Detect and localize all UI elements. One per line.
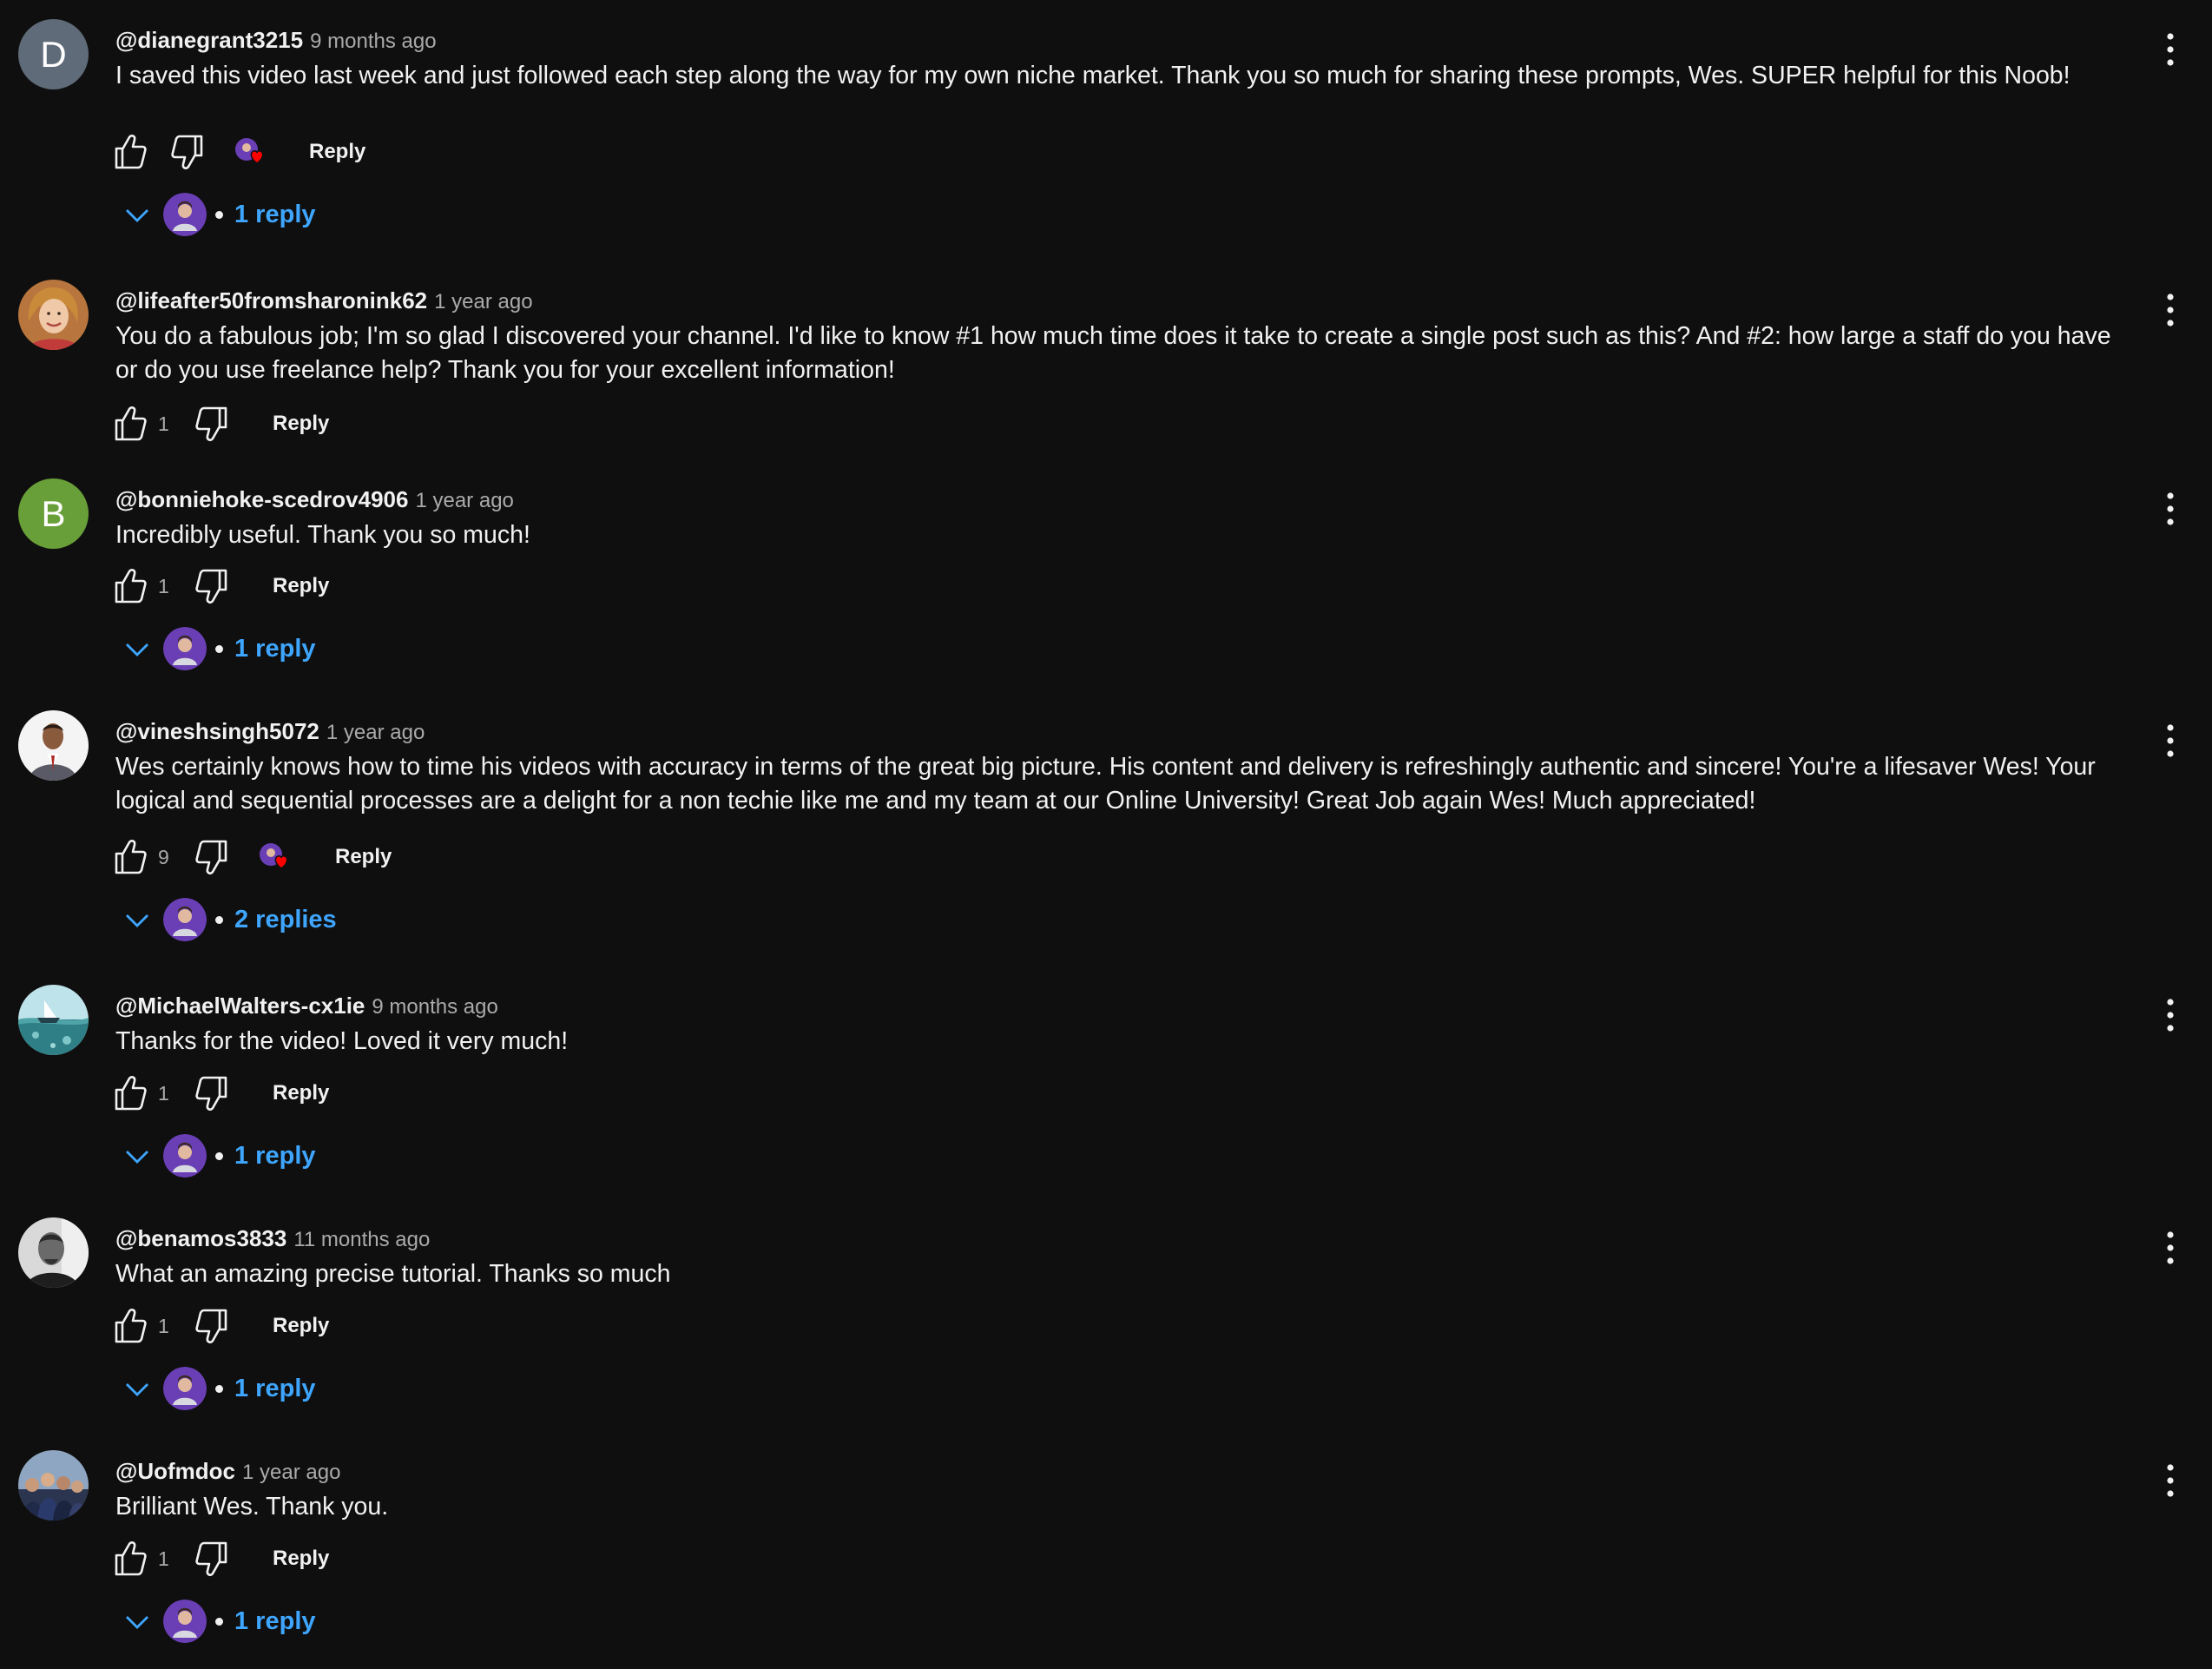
- comment-author[interactable]: @lifeafter50fromsharonink62: [115, 287, 427, 313]
- more-actions-icon[interactable]: [2155, 285, 2186, 337]
- more-actions-icon[interactable]: [2155, 24, 2186, 76]
- group-photo-avatar[interactable]: [18, 1450, 89, 1521]
- replies-count[interactable]: 1 reply: [234, 625, 316, 672]
- separator-dot: [215, 1618, 223, 1626]
- reply-button[interactable]: Reply: [273, 402, 329, 445]
- comment-author[interactable]: @bonniehoke-scedrov4906: [115, 486, 408, 512]
- chevron-down-icon: [122, 1371, 153, 1406]
- comment-time[interactable]: 1 year ago: [415, 489, 513, 512]
- creator-heart-icon: [252, 835, 299, 879]
- comment-time[interactable]: 1 year ago: [434, 290, 532, 313]
- comment-header: @vineshsingh5072 1 year ago: [115, 714, 425, 753]
- comment-time[interactable]: 1 year ago: [326, 721, 425, 744]
- reply-button[interactable]: Reply: [273, 1072, 329, 1115]
- comment-header: @Uofmdoc 1 year ago: [115, 1454, 340, 1493]
- avatar-letter: B: [41, 492, 66, 534]
- reply-button[interactable]: Reply: [273, 1304, 329, 1348]
- separator-dot: [215, 1385, 223, 1393]
- like-count: 1: [158, 1315, 169, 1337]
- reply-button[interactable]: Reply: [273, 564, 329, 608]
- comment-text: Wes certainly knows how to time his vide…: [115, 753, 2096, 815]
- reply-button[interactable]: Reply: [273, 1537, 329, 1580]
- comment-time[interactable]: 9 months ago: [310, 30, 436, 53]
- creator-avatar: [163, 193, 207, 236]
- comment-time[interactable]: 11 months ago: [293, 1228, 430, 1251]
- dislike-icon[interactable]: [168, 130, 207, 174]
- replies-count[interactable]: 1 reply: [234, 191, 316, 238]
- like-icon[interactable]: [111, 835, 149, 879]
- dislike-icon[interactable]: [193, 835, 231, 879]
- like-icon[interactable]: [111, 1537, 149, 1580]
- like-count: 1: [158, 1082, 169, 1105]
- more-actions-icon[interactable]: [2155, 1455, 2186, 1507]
- separator-dot: [215, 211, 223, 219]
- woman-portrait-avatar[interactable]: [18, 280, 89, 350]
- creator-avatar: [163, 627, 207, 670]
- comment-time[interactable]: 9 months ago: [372, 995, 497, 1019]
- separator-dot: [215, 1152, 223, 1160]
- comment-author[interactable]: @MichaelWalters-cx1ie: [115, 993, 365, 1019]
- avatar-letter: D: [40, 33, 67, 75]
- chevron-down-icon: [122, 197, 153, 232]
- like-count: 9: [158, 846, 169, 868]
- dislike-icon[interactable]: [193, 402, 231, 445]
- comment-author[interactable]: @dianegrant3215: [115, 27, 303, 53]
- comment-text: What an amazing precise tutorial. Thanks…: [115, 1260, 671, 1288]
- comment-author[interactable]: @benamos3833: [115, 1225, 286, 1251]
- dislike-icon[interactable]: [193, 1072, 231, 1115]
- comment-time[interactable]: 1 year ago: [242, 1461, 340, 1484]
- more-actions-icon[interactable]: [2155, 990, 2186, 1042]
- like-icon[interactable]: [111, 402, 149, 445]
- creator-avatar: [163, 1367, 207, 1410]
- replies-count[interactable]: 2 replies: [234, 896, 337, 943]
- like-count: 1: [158, 412, 169, 435]
- chevron-down-icon: [122, 631, 153, 666]
- comment-header: @bonniehoke-scedrov4906 1 year ago: [115, 482, 514, 521]
- separator-dot: [215, 645, 223, 653]
- replies-count[interactable]: 1 reply: [234, 1598, 316, 1645]
- dislike-icon[interactable]: [193, 1537, 231, 1580]
- chevron-down-icon: [122, 1604, 153, 1639]
- more-actions-icon[interactable]: [2155, 484, 2186, 536]
- letter-avatar[interactable]: B: [18, 478, 89, 549]
- comment-text: Thanks for the video! Loved it very much…: [115, 1027, 569, 1055]
- separator-dot: [215, 916, 223, 924]
- ocean-boat-avatar[interactable]: [18, 985, 89, 1055]
- reply-button[interactable]: Reply: [309, 130, 365, 174]
- replies-count[interactable]: 1 reply: [234, 1365, 316, 1412]
- comment-header: @dianegrant3215 9 months ago: [115, 23, 437, 62]
- dislike-icon[interactable]: [193, 564, 231, 608]
- more-actions-icon[interactable]: [2155, 1223, 2186, 1275]
- comment-header: @lifeafter50fromsharonink62 1 year ago: [115, 283, 533, 322]
- comment-text: Brilliant Wes. Thank you.: [115, 1493, 389, 1521]
- comment-text: You do a fabulous job; I'm so glad I dis…: [115, 322, 2111, 384]
- letter-avatar[interactable]: D: [18, 19, 89, 89]
- replies-count[interactable]: 1 reply: [234, 1132, 316, 1179]
- creator-avatar: [163, 1600, 207, 1643]
- comment-text: I saved this video last week and just fo…: [115, 62, 2070, 89]
- creator-avatar: [163, 898, 207, 941]
- more-actions-icon[interactable]: [2155, 716, 2186, 768]
- creator-avatar: [163, 1134, 207, 1178]
- chevron-down-icon: [122, 1138, 153, 1173]
- comment-author[interactable]: @Uofmdoc: [115, 1458, 235, 1484]
- like-icon[interactable]: [111, 564, 149, 608]
- like-count: 1: [158, 575, 169, 597]
- chevron-down-icon: [122, 902, 153, 937]
- comment-header: @MichaelWalters-cx1ie 9 months ago: [115, 988, 498, 1027]
- reply-button[interactable]: Reply: [335, 835, 392, 879]
- comment-header: @benamos3833 11 months ago: [115, 1221, 430, 1260]
- dislike-icon[interactable]: [193, 1304, 231, 1348]
- like-icon[interactable]: [111, 1304, 149, 1348]
- comment-author[interactable]: @vineshsingh5072: [115, 718, 319, 744]
- like-count: 1: [158, 1547, 169, 1570]
- comment-text: Incredibly useful. Thank you so much!: [115, 521, 530, 549]
- creator-heart-icon: [227, 130, 274, 174]
- like-icon[interactable]: [111, 1072, 149, 1115]
- man-suit-avatar[interactable]: [18, 710, 89, 781]
- man-bw-portrait-avatar[interactable]: [18, 1217, 89, 1288]
- like-icon[interactable]: [111, 130, 149, 174]
